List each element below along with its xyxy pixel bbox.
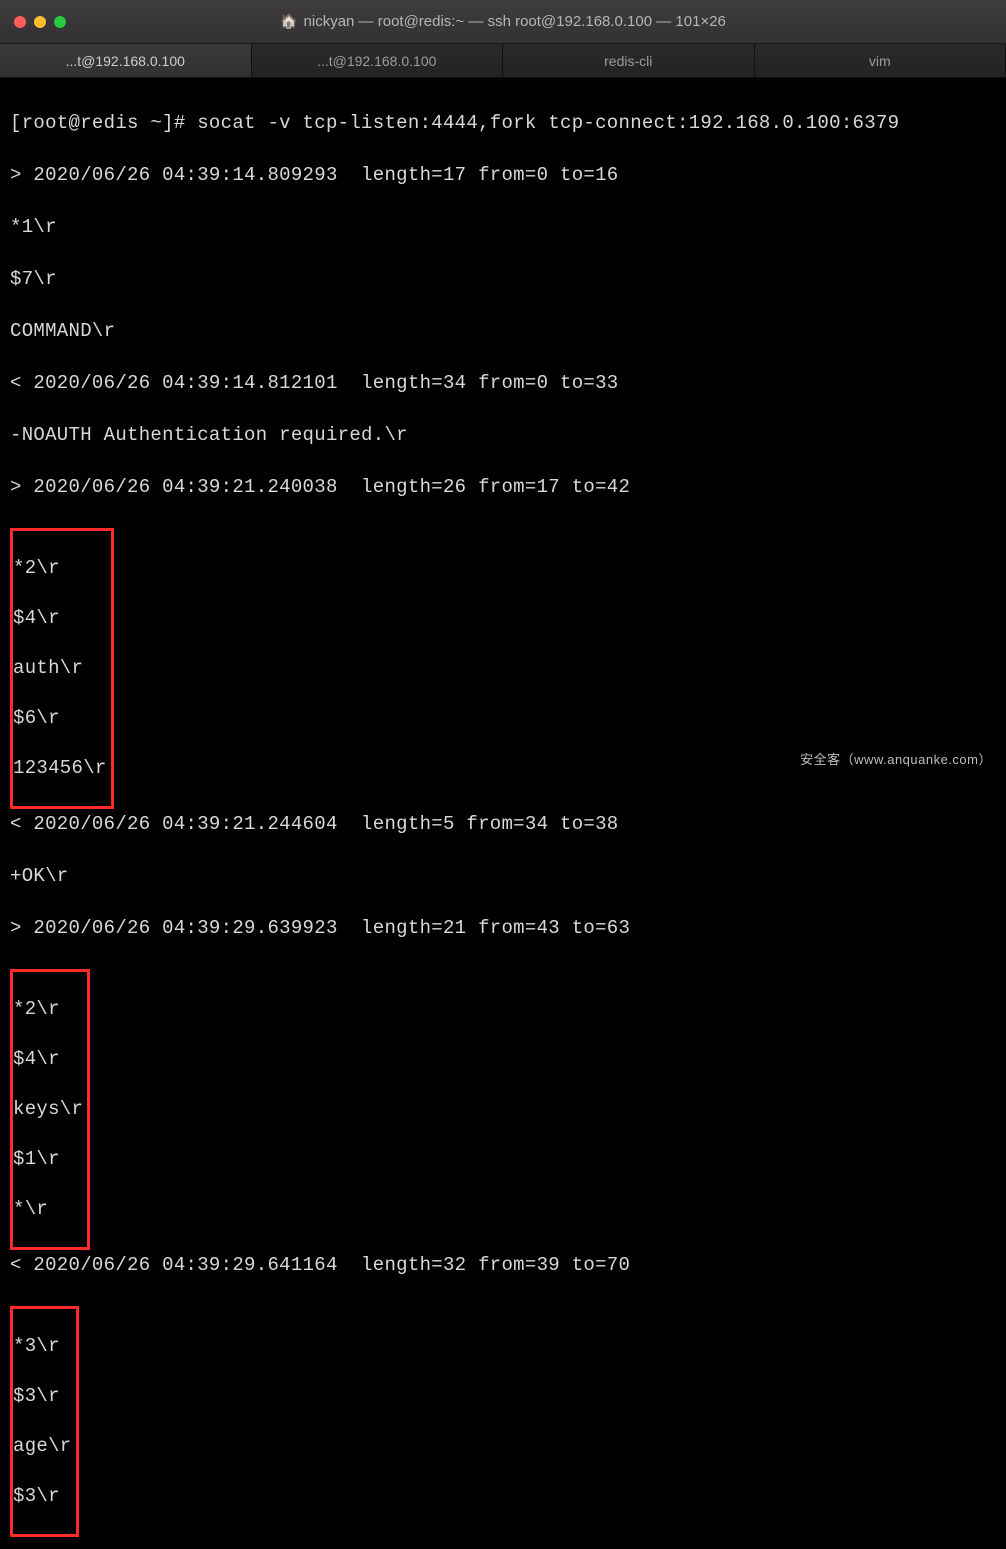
watermark: 安全客（www.anquanke.com） — [800, 749, 992, 768]
terminal-line: < 2020/06/26 04:39:29.641164 length=32 f… — [10, 1252, 996, 1278]
tab-ssh-1[interactable]: ...t@192.168.0.100 — [0, 44, 252, 77]
terminal-line: $7\r — [10, 266, 996, 292]
window-title-text: nickyan — root@redis:~ — ssh root@192.16… — [304, 13, 726, 30]
terminal-line: > 2020/06/26 04:39:14.809293 length=17 f… — [10, 162, 996, 188]
minimize-icon[interactable] — [34, 16, 46, 28]
highlight-box-age: *3\r $3\r age\r $3\r — [10, 1306, 79, 1537]
tab-label: redis-cli — [604, 53, 652, 69]
tab-vim[interactable]: vim — [755, 44, 1006, 77]
terminal-line: $4\r — [13, 1047, 83, 1072]
terminal-line: > 2020/06/26 04:39:29.639923 length=21 f… — [10, 915, 996, 941]
tab-ssh-2[interactable]: ...t@192.168.0.100 — [252, 44, 504, 77]
terminal-line: $6\r — [13, 706, 107, 731]
highlight-box-auth: *2\r $4\r auth\r $6\r 123456\r — [10, 528, 114, 809]
terminal-line: < 2020/06/26 04:39:14.812101 length=34 f… — [10, 370, 996, 396]
terminal-line: $1\r — [13, 1147, 83, 1172]
titlebar: 🏠 nickyan — root@redis:~ — ssh root@192.… — [0, 0, 1006, 44]
terminal-line: *2\r — [13, 997, 83, 1022]
tab-label: ...t@192.168.0.100 — [317, 53, 436, 69]
tab-redis-cli[interactable]: redis-cli — [503, 44, 755, 77]
window-controls — [14, 16, 66, 28]
terminal-line: *3\r — [13, 1334, 72, 1359]
window-title: 🏠 nickyan — root@redis:~ — ssh root@192.… — [0, 13, 1006, 30]
terminal-line: $3\r — [13, 1384, 72, 1409]
terminal-line: +OK\r — [10, 863, 996, 889]
terminal-line: COMMAND\r — [10, 318, 996, 344]
tab-bar: ...t@192.168.0.100 ...t@192.168.0.100 re… — [0, 44, 1006, 78]
terminal-line: < 2020/06/26 04:39:21.244604 length=5 fr… — [10, 811, 996, 837]
terminal-line: *\r — [13, 1197, 83, 1222]
home-icon: 🏠 — [280, 13, 297, 30]
terminal-line: *2\r — [13, 556, 107, 581]
tab-label: vim — [869, 53, 891, 69]
terminal-line: $3\r — [13, 1484, 72, 1509]
terminal-line: [root@redis ~]# socat -v tcp-listen:4444… — [10, 110, 996, 136]
terminal-line: auth\r — [13, 656, 107, 681]
maximize-icon[interactable] — [54, 16, 66, 28]
terminal-line: keys\r — [13, 1097, 83, 1122]
terminal-line: $4\r — [13, 606, 107, 631]
terminal-output: [root@redis ~]# socat -v tcp-listen:4444… — [0, 78, 1006, 1549]
terminal-line: age\r — [13, 1434, 72, 1459]
tab-label: ...t@192.168.0.100 — [66, 53, 185, 69]
terminal-line: > 2020/06/26 04:39:21.240038 length=26 f… — [10, 474, 996, 500]
close-icon[interactable] — [14, 16, 26, 28]
terminal-line: 123456\r — [13, 756, 107, 781]
terminal-line: -NOAUTH Authentication required.\r — [10, 422, 996, 448]
terminal-line: *1\r — [10, 214, 996, 240]
highlight-box-keys: *2\r $4\r keys\r $1\r *\r — [10, 969, 90, 1250]
